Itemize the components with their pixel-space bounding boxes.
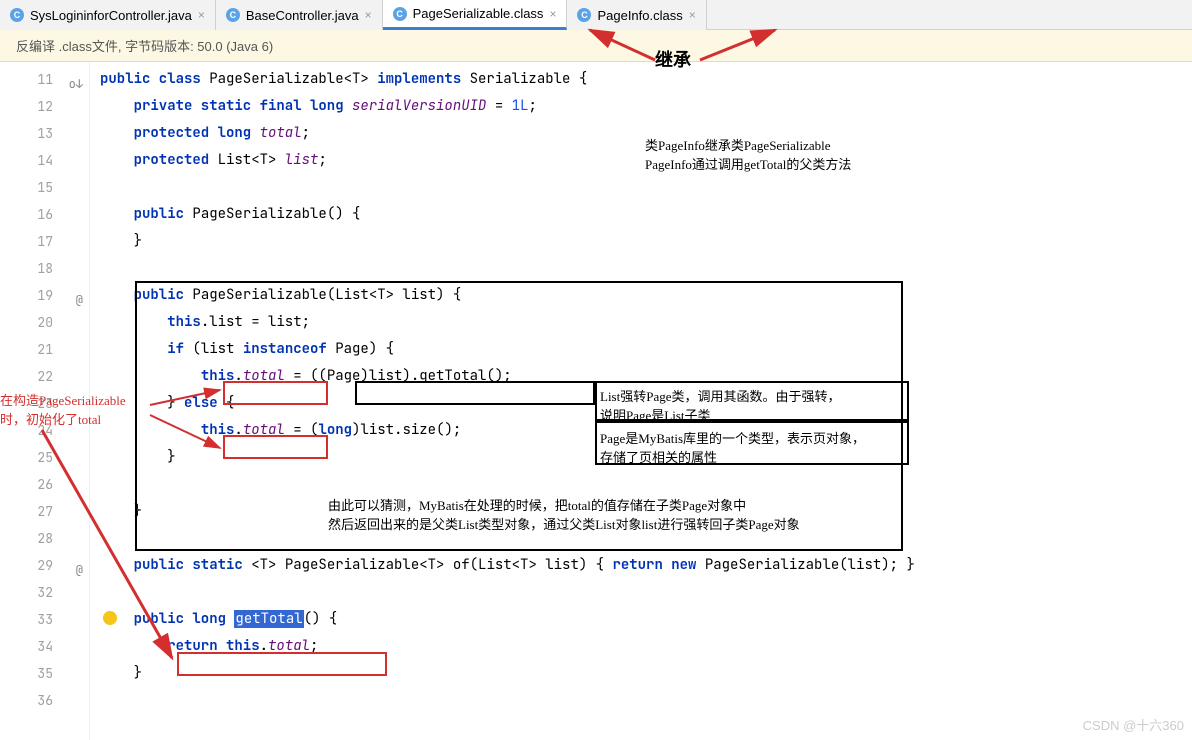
code-line[interactable]: this.total = ((Page)list).getTotal(); <box>90 363 1192 390</box>
line-number: 22 <box>0 363 89 390</box>
line-number: 25 <box>0 444 89 471</box>
code-line[interactable]: public class PageSerializable<T> impleme… <box>90 66 1192 93</box>
line-number: 27 <box>0 498 89 525</box>
close-icon[interactable]: × <box>689 8 696 22</box>
decompile-banner: 反编译 .class文件, 字节码版本: 50.0 (Java 6) <box>0 30 1192 62</box>
code-line[interactable]: if (list instanceof Page) { <box>90 336 1192 363</box>
line-number: 16 <box>0 201 89 228</box>
tab-label: SysLogininforController.java <box>30 8 192 23</box>
class-file-icon: C <box>393 7 407 21</box>
line-number: 32 <box>0 579 89 606</box>
code-line[interactable]: } <box>90 444 1192 471</box>
code-line[interactable]: } else { <box>90 390 1192 417</box>
line-number: 34 <box>0 633 89 660</box>
code-line[interactable] <box>90 687 1192 714</box>
code-line[interactable]: public long getTotal() { <box>90 606 1192 633</box>
code-line[interactable] <box>90 255 1192 282</box>
code-line[interactable]: public static <T> PageSerializable<T> of… <box>90 552 1192 579</box>
line-number: 35 <box>0 660 89 687</box>
code-line[interactable]: this.total = (long)list.size(); <box>90 417 1192 444</box>
tab-syslogin[interactable]: C SysLogininforController.java × <box>0 0 216 30</box>
code-line[interactable] <box>90 579 1192 606</box>
code-line[interactable]: } <box>90 228 1192 255</box>
tab-label: PageInfo.class <box>597 8 682 23</box>
class-file-icon: C <box>577 8 591 22</box>
code-line[interactable]: public PageSerializable() { <box>90 201 1192 228</box>
code-line[interactable]: return this.total; <box>90 633 1192 660</box>
line-number: 33 <box>0 606 89 633</box>
code-line[interactable]: } <box>90 498 1192 525</box>
line-number: 15 <box>0 174 89 201</box>
line-number: 36 <box>0 687 89 714</box>
tab-basecontroller[interactable]: C BaseController.java × <box>216 0 383 30</box>
code-line[interactable]: protected List<T> list; <box>90 147 1192 174</box>
line-number: 17 <box>0 228 89 255</box>
close-icon[interactable]: × <box>549 7 556 21</box>
line-number: 20 <box>0 309 89 336</box>
tab-label: PageSerializable.class <box>413 6 544 21</box>
code-line[interactable] <box>90 174 1192 201</box>
class-file-icon: C <box>226 8 240 22</box>
watermark: CSDN @十六360 <box>1083 715 1184 734</box>
close-icon[interactable]: × <box>365 8 372 22</box>
tab-label: BaseController.java <box>246 8 359 23</box>
tab-pageserializable[interactable]: C PageSerializable.class × <box>383 0 568 30</box>
editor: 11o↓ 12 13 14 15 16 17 18 19@ 20 21 22 2… <box>0 62 1192 740</box>
code-line[interactable] <box>90 525 1192 552</box>
code-line[interactable]: public PageSerializable(List<T> list) { <box>90 282 1192 309</box>
code-area[interactable]: public class PageSerializable<T> impleme… <box>90 62 1192 740</box>
line-number: 28 <box>0 525 89 552</box>
code-line[interactable]: private static final long serialVersionU… <box>90 93 1192 120</box>
code-line[interactable]: protected long total; <box>90 120 1192 147</box>
tab-bar: C SysLogininforController.java × C BaseC… <box>0 0 1192 30</box>
line-number: 11o↓ <box>0 66 89 93</box>
line-number: 21 <box>0 336 89 363</box>
line-number: 12 <box>0 93 89 120</box>
code-line[interactable] <box>90 471 1192 498</box>
code-line[interactable]: } <box>90 660 1192 687</box>
line-number: 26 <box>0 471 89 498</box>
class-file-icon: C <box>10 8 24 22</box>
code-line[interactable]: this.list = list; <box>90 309 1192 336</box>
tab-pageinfo[interactable]: C PageInfo.class × <box>567 0 706 30</box>
gutter: 11o↓ 12 13 14 15 16 17 18 19@ 20 21 22 2… <box>0 62 90 740</box>
line-number: 19@ <box>0 282 89 309</box>
close-icon[interactable]: × <box>198 8 205 22</box>
line-number: 29@ <box>0 552 89 579</box>
line-number: 24 <box>0 417 89 444</box>
line-number: 14 <box>0 147 89 174</box>
line-number: 13 <box>0 120 89 147</box>
line-number: 18 <box>0 255 89 282</box>
line-number: 23 <box>0 390 89 417</box>
